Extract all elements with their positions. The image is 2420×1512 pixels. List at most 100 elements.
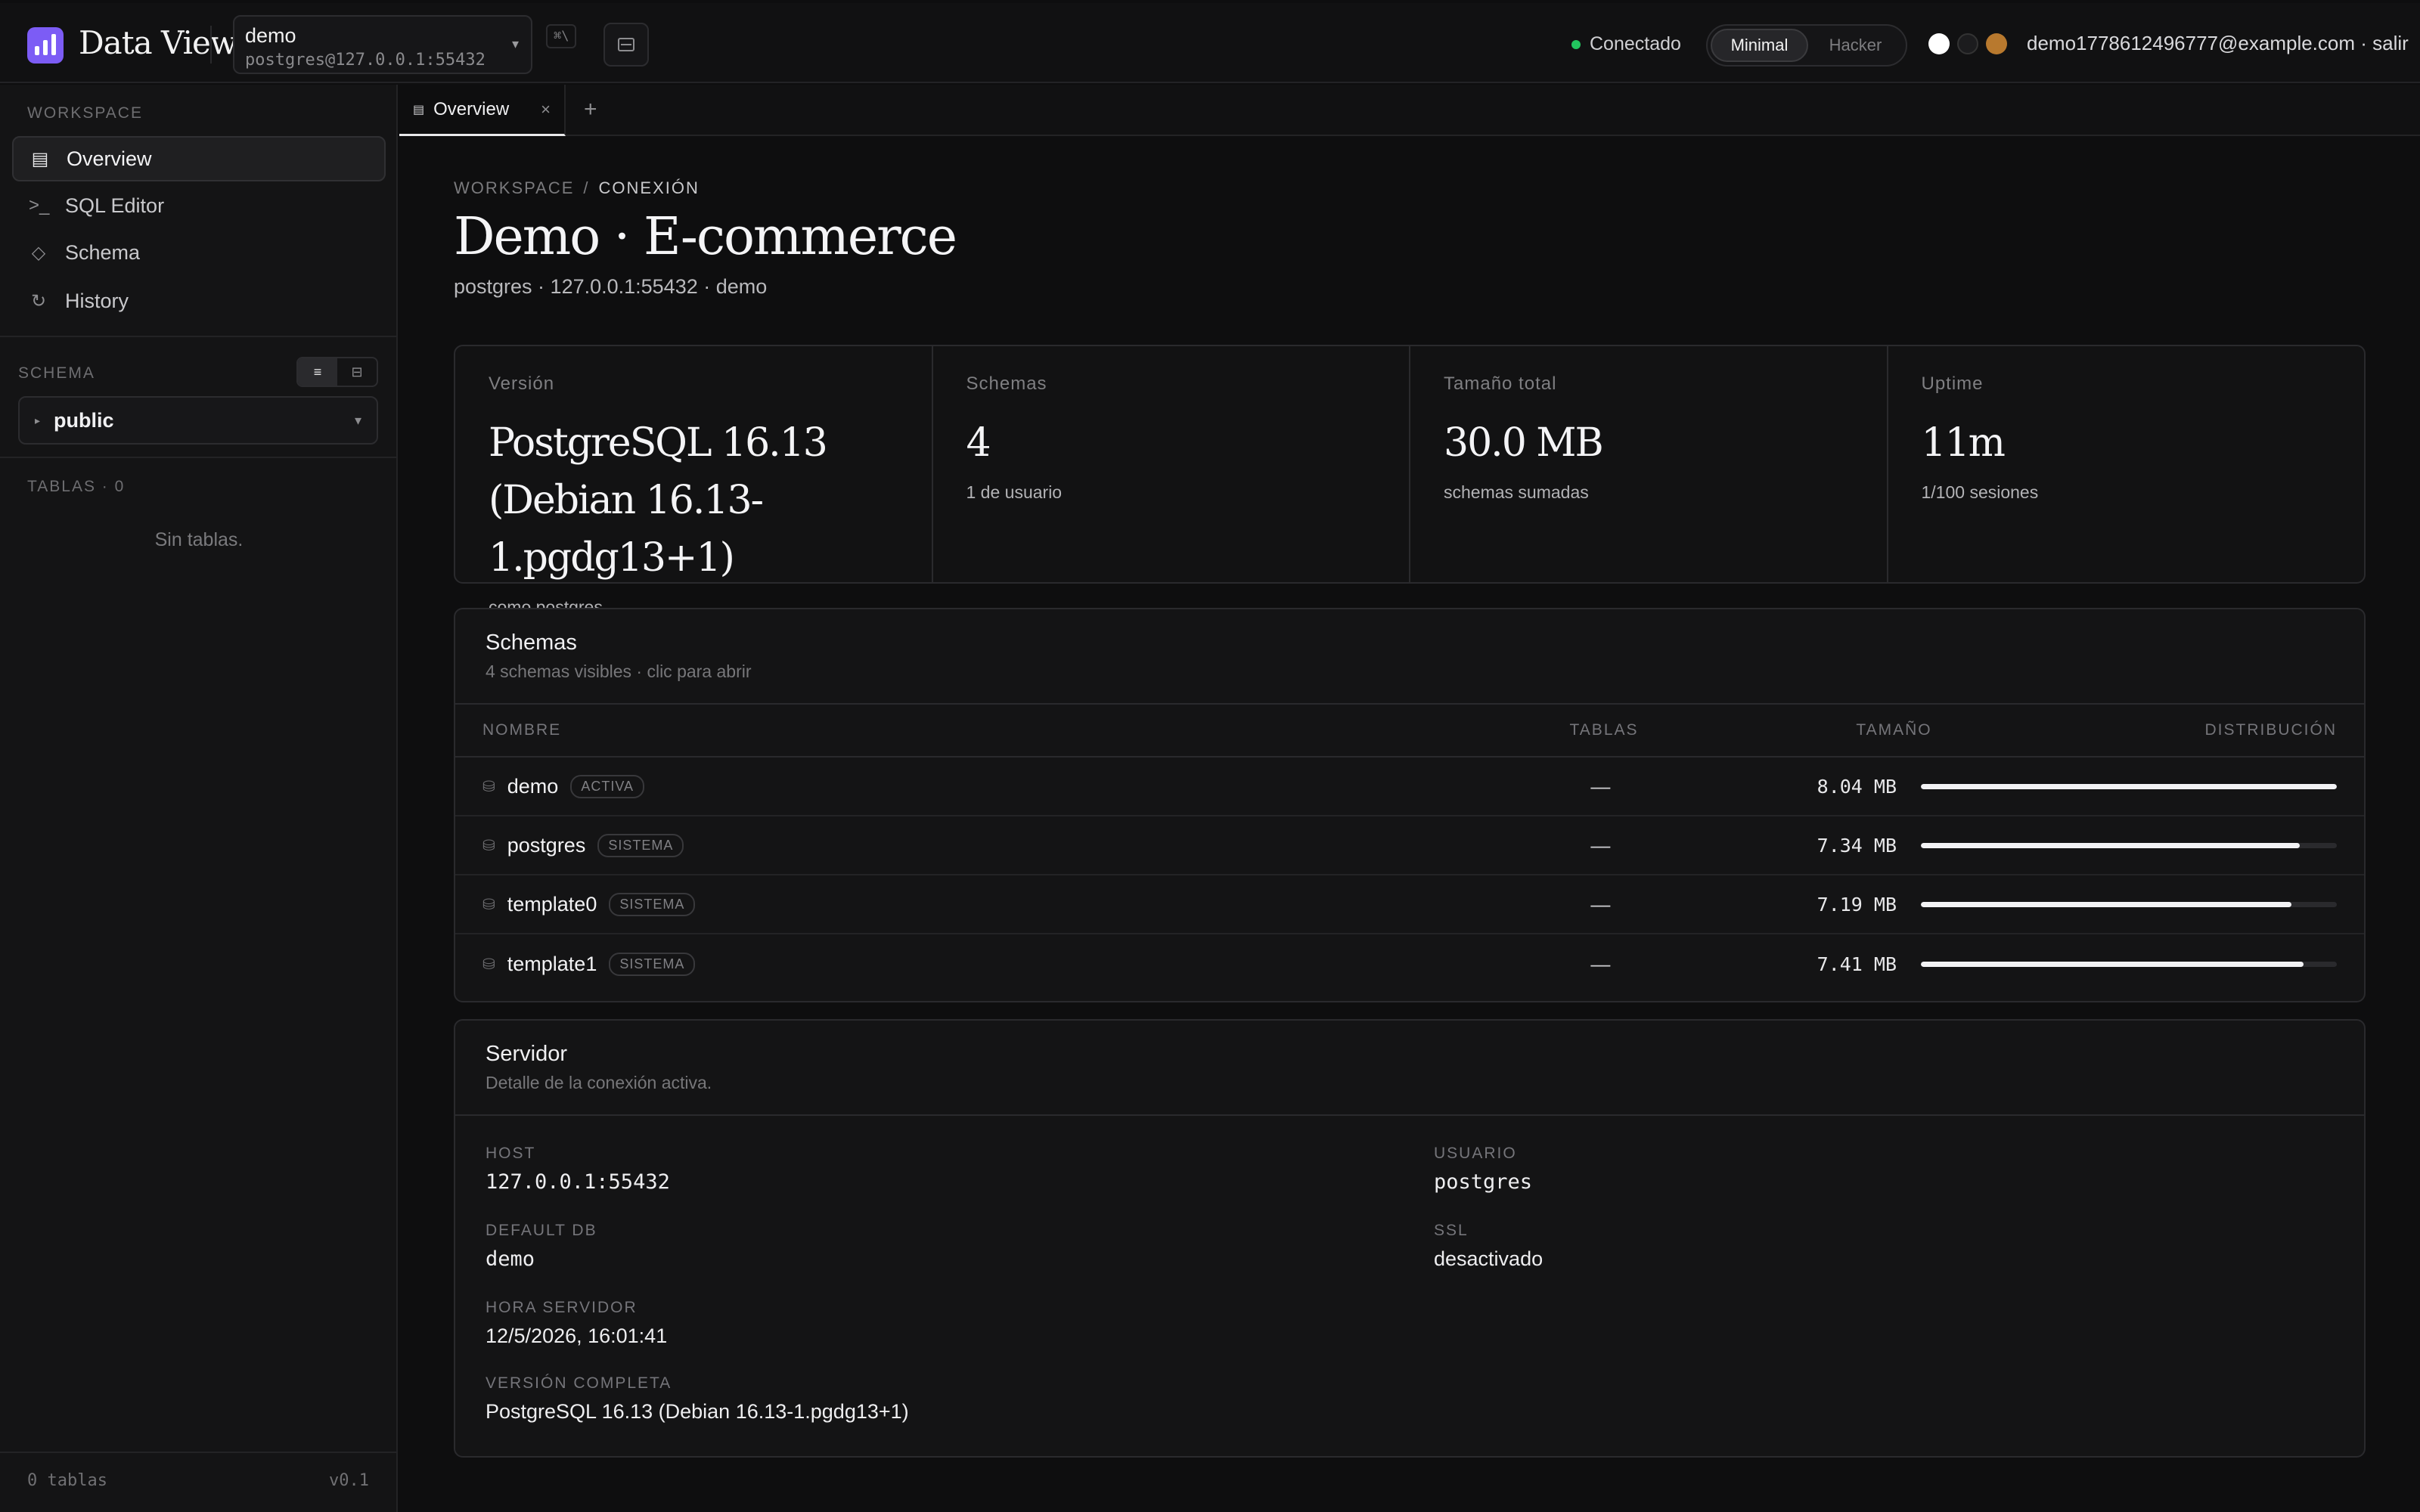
close-icon[interactable]: × <box>541 100 551 119</box>
size-cell: 7.34 MB <box>1817 834 1897 857</box>
theme-mode-toggle[interactable]: Minimal Hacker <box>1706 24 1907 67</box>
tab-bar: ▤ Overview × + <box>399 85 2420 136</box>
history-icon: ↻ <box>30 290 47 311</box>
table-row[interactable]: ⛁ template1 SISTEMA — 7.41 MB <box>455 934 2364 993</box>
stat-label: Uptime <box>1921 373 1984 394</box>
table-count-cell: — <box>1590 774 1611 798</box>
database-icon: ⛁ <box>482 896 495 913</box>
field-label: VERSIÓN COMPLETA <box>486 1374 672 1392</box>
page-subtitle: postgres · 127.0.0.1:55432 · demo <box>454 275 768 298</box>
status-badge: SISTEMA <box>597 833 684 857</box>
server-user: USUARIO postgres <box>1434 1145 1532 1194</box>
add-tab-button[interactable]: + <box>584 97 597 122</box>
distribution-bar-fill <box>1921 961 2304 967</box>
swatch-dark[interactable] <box>1957 33 1978 54</box>
status-badge: SISTEMA <box>609 892 696 916</box>
server-full-version: VERSIÓN COMPLETA PostgreSQL 16.13 (Debia… <box>486 1374 909 1424</box>
table-row[interactable]: ⛁ template0 SISTEMA — 7.19 MB <box>455 875 2364 934</box>
sidebar-item-sql-editor[interactable]: >_ SQL Editor <box>12 183 386 228</box>
chevron-down-icon: ▾ <box>354 412 361 428</box>
shortcut-hint: ⌘\ <box>546 24 577 48</box>
card-header: Servidor Detalle de la conexión activa. <box>455 1021 2364 1116</box>
sidebar: WORKSPACE ▤ Overview >_ SQL Editor ◇ Sch… <box>0 85 398 1512</box>
schema-name-cell: ⛁ template1 SISTEMA <box>482 952 1381 976</box>
status-label: Conectado <box>1590 33 1681 54</box>
grid-view-icon[interactable]: ⊟ <box>337 358 377 386</box>
sidebar-item-label: Overview <box>67 147 152 170</box>
distribution-bar-fill <box>1921 783 2337 789</box>
app-title: Data View <box>79 24 237 61</box>
stat-total-size: Tamaño total 30.0 MB schemas sumadas <box>1410 346 1888 582</box>
sidebar-item-overview[interactable]: ▤ Overview <box>12 136 386 181</box>
stat-label: Tamaño total <box>1444 373 1557 394</box>
status-badge: SISTEMA <box>609 952 696 976</box>
list-view-icon[interactable]: ≡ <box>298 358 337 386</box>
divider <box>0 336 396 337</box>
size-cell: 7.41 MB <box>1817 953 1897 975</box>
connection-detail: postgres@127.0.0.1:55432 <box>245 51 486 70</box>
schema-select-value: public <box>54 408 114 432</box>
schema-label: SCHEMA <box>18 364 95 382</box>
stat-note: schemas sumadas <box>1444 482 1589 502</box>
status-badge: ACTIVA <box>570 774 644 798</box>
connection-selector[interactable]: demo postgres@127.0.0.1:55432 ▾ <box>233 15 532 74</box>
schema-name: template1 <box>507 952 597 975</box>
stat-value: PostgreSQL 16.13 (Debian 16.13-1.pgdg13+… <box>489 420 828 581</box>
card-subtitle: 4 schemas visibles · clic para abrir <box>486 662 752 681</box>
field-label: DEFAULT DB <box>486 1222 597 1239</box>
server-details: HOST 127.0.0.1:55432 USUARIO postgres DE… <box>455 1116 2364 1456</box>
toggle-panel-button[interactable] <box>603 23 649 67</box>
table-row[interactable]: ⛁ postgres SISTEMA — 7.34 MB <box>455 816 2364 875</box>
page-title: Demo · E-commerce <box>454 207 957 267</box>
field-label: USUARIO <box>1434 1145 1517 1162</box>
tables-label: TABLAS · 0 <box>27 478 126 495</box>
schemas-card: Schemas 4 schemas visibles · clic para a… <box>454 608 2366 1002</box>
server-time: HORA SERVIDOR 12/5/2026, 16:01:41 <box>486 1299 667 1348</box>
database-icon: ⛁ <box>482 778 495 795</box>
theme-option-hacker[interactable]: Hacker <box>1808 29 1903 62</box>
swatch-amber[interactable] <box>1986 33 2007 54</box>
table-count-cell: — <box>1590 833 1611 857</box>
field-value: 127.0.0.1:55432 <box>486 1170 670 1194</box>
table-icon: ▤ <box>413 103 425 116</box>
column-header-tables[interactable]: TABLAS <box>1403 721 1638 739</box>
sidebar-item-label: History <box>65 289 129 312</box>
distribution-bar <box>1921 901 2337 907</box>
theme-option-minimal[interactable]: Minimal <box>1711 29 1808 62</box>
card-header: Schemas 4 schemas visibles · clic para a… <box>455 609 2364 705</box>
distribution-cell <box>1897 901 2337 907</box>
divider <box>0 457 396 458</box>
swatch-white[interactable] <box>1928 33 1950 54</box>
breadcrumb: WORKSPACE / CONEXIÓN <box>454 178 700 197</box>
column-header-distribution[interactable]: DISTRIBUCIÓN <box>1932 721 2337 739</box>
size-cell: 7.19 MB <box>1817 893 1897 916</box>
breadcrumb-root[interactable]: WORKSPACE <box>454 178 574 197</box>
sidebar-item-schema[interactable]: ◇ Schema <box>12 230 386 275</box>
schema-name: template0 <box>507 892 597 916</box>
field-value: 12/5/2026, 16:01:41 <box>486 1325 668 1347</box>
column-header-size[interactable]: TAMAÑO <box>1639 721 1932 739</box>
status-dot-icon <box>1571 39 1581 49</box>
table-row[interactable]: ⛁ demo ACTIVA — 8.04 MB <box>455 758 2364 816</box>
divider <box>210 26 212 64</box>
stat-uptime: Uptime 11m 1/100 sesiones <box>1888 346 2365 582</box>
field-label: SSL <box>1434 1222 1469 1239</box>
expand-triangle-icon: ▸ <box>35 414 41 426</box>
tab-overview[interactable]: ▤ Overview × <box>399 85 566 136</box>
distribution-bar <box>1921 961 2337 967</box>
schema-select[interactable]: ▸ public ▾ <box>18 396 378 445</box>
stat-value: 4 <box>966 420 991 466</box>
card-title: Servidor <box>486 1042 567 1066</box>
server-card: Servidor Detalle de la conexión activa. … <box>454 1019 2366 1458</box>
sidebar-footer: 0 tablas v0.1 <box>0 1452 396 1512</box>
chevron-down-icon: ▾ <box>511 36 519 51</box>
database-icon: ⛁ <box>482 956 495 973</box>
main-content: WORKSPACE / CONEXIÓN Demo · E-commerce pos… <box>399 136 2420 1512</box>
stat-label: Versión <box>489 373 555 394</box>
user-logout-link[interactable]: demo1778612496777@example.com · salir <box>2027 32 2409 55</box>
card-subtitle: Detalle de la conexión activa. <box>486 1073 712 1092</box>
column-header-name[interactable]: NOMBRE <box>482 721 1403 739</box>
schema-view-toggle[interactable]: ≡ ⊟ <box>296 357 378 387</box>
sidebar-item-history[interactable]: ↻ History <box>12 278 386 324</box>
table-icon: ▤ <box>31 148 49 169</box>
